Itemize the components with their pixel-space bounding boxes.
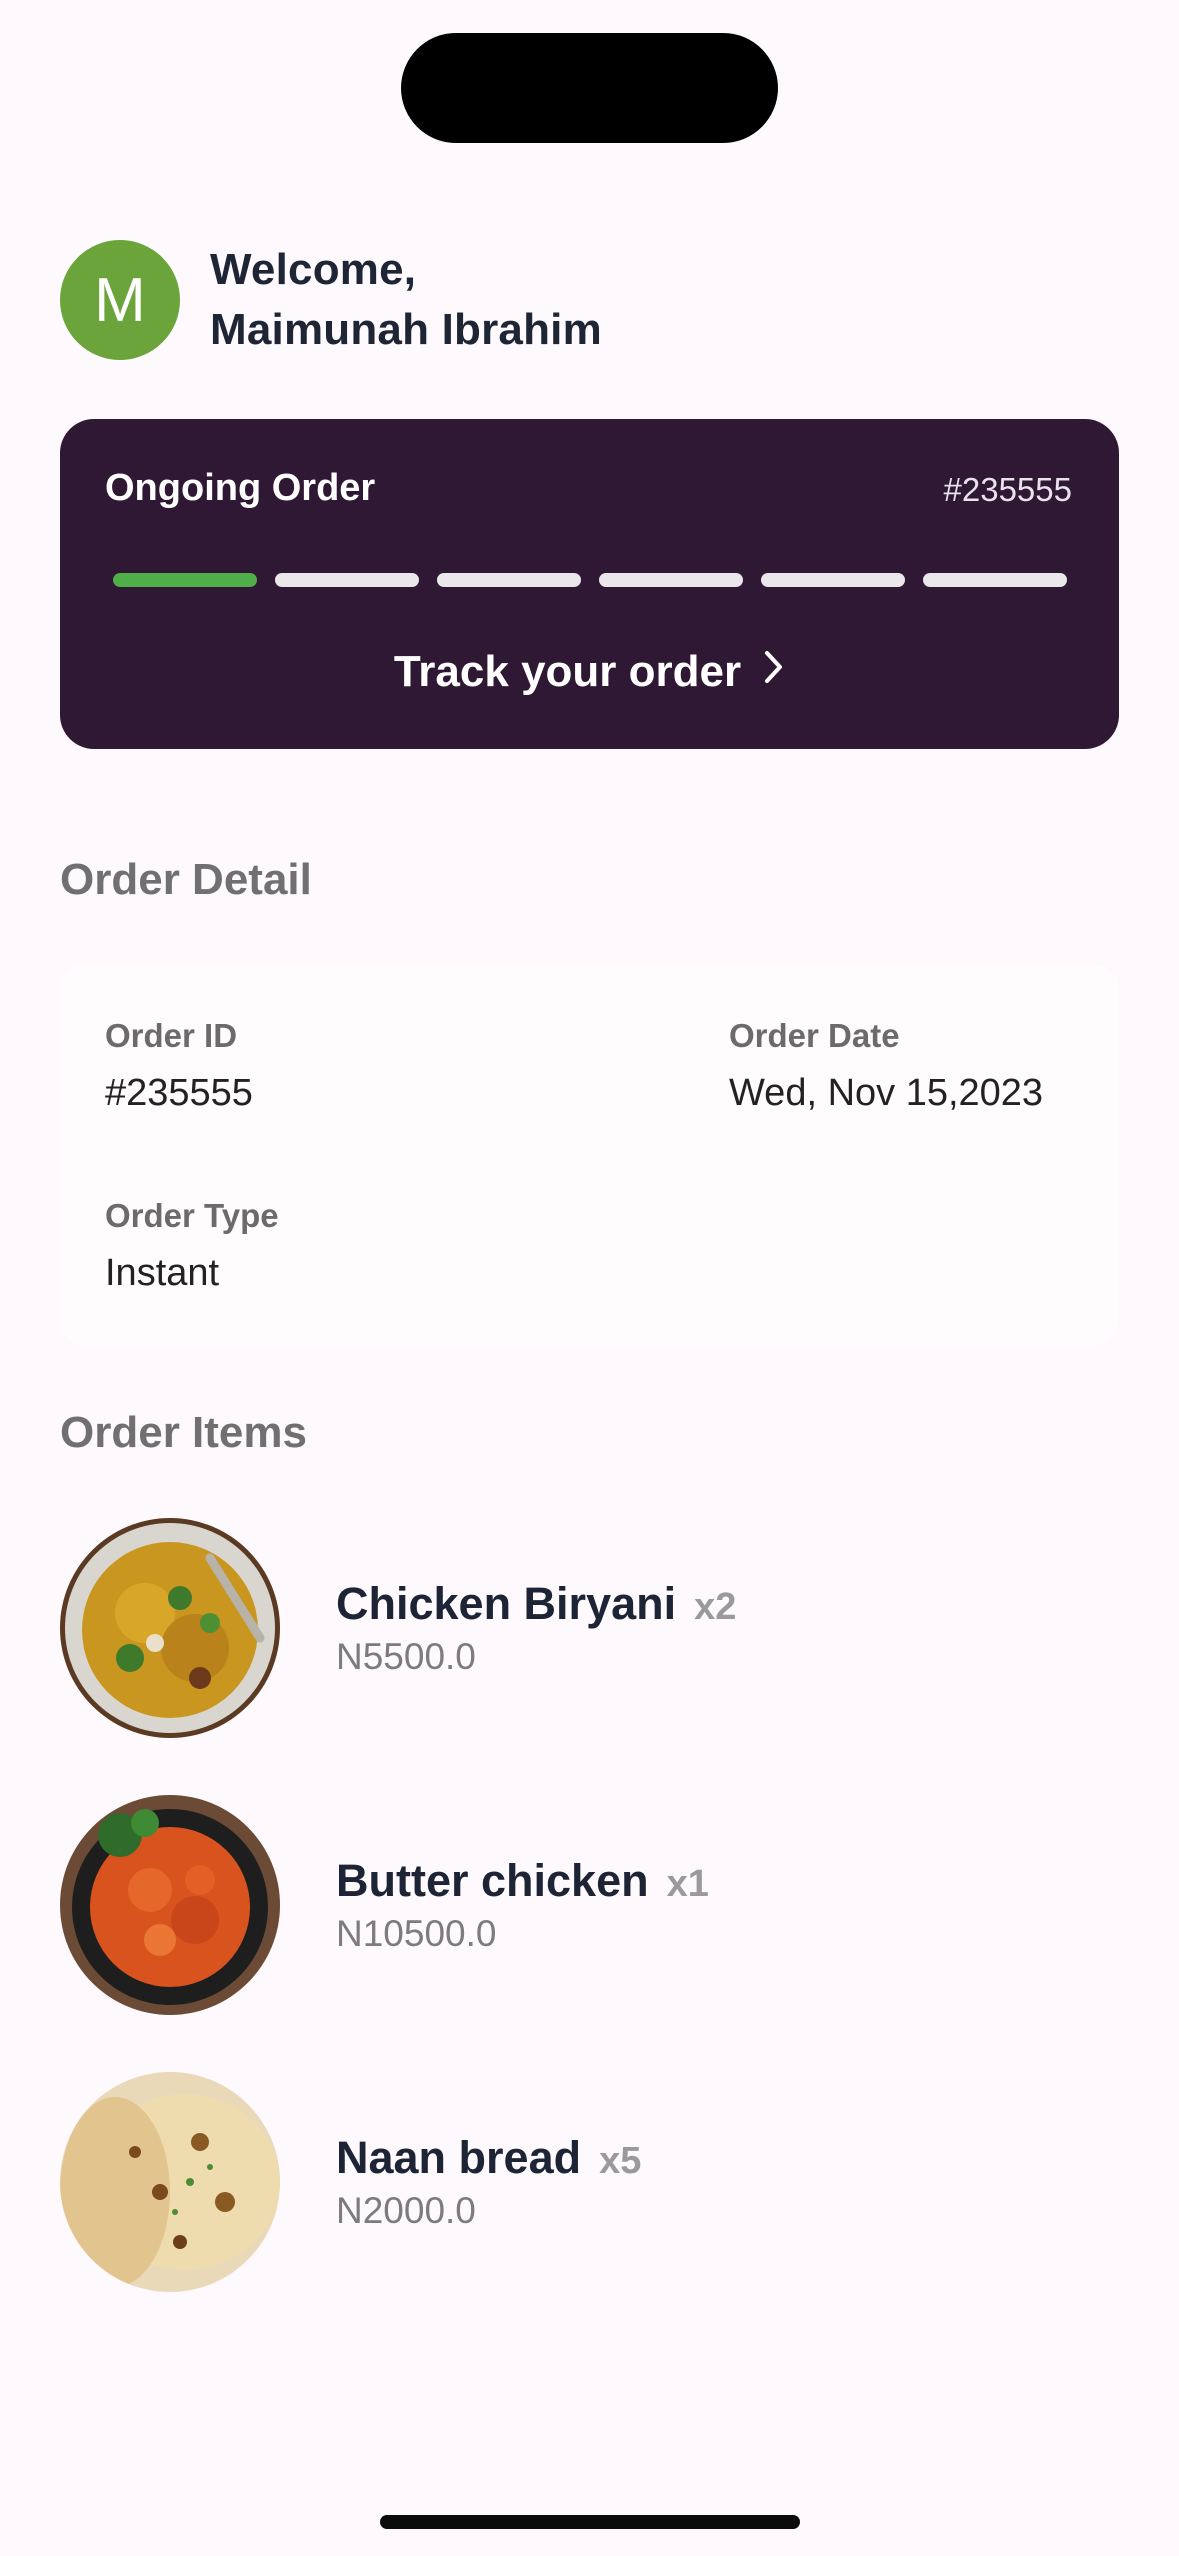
- order-type-value: Instant: [105, 1252, 220, 1294]
- item-price: N10500.0: [336, 1913, 497, 1954]
- order-id-label: Order ID: [105, 1017, 238, 1054]
- item-name: Chicken Biryani: [336, 1578, 677, 1629]
- progress-segment: [923, 573, 1067, 587]
- ongoing-order-title: Ongoing Order: [105, 467, 376, 509]
- item-quantity: x2: [694, 1586, 737, 1628]
- progress-segment: [275, 573, 419, 587]
- order-progress-bar: [113, 573, 1067, 587]
- welcome-greeting: Welcome,: [210, 245, 417, 294]
- naan-bread-image: [60, 2072, 280, 2292]
- item-name: Butter chicken: [336, 1855, 649, 1906]
- progress-segment: [761, 573, 905, 587]
- home-indicator[interactable]: [380, 2515, 800, 2529]
- order-type-label: Order Type: [105, 1197, 279, 1234]
- item-price: N5500.0: [336, 1636, 476, 1677]
- dynamic-island: [401, 33, 778, 143]
- progress-segment: [113, 573, 257, 587]
- item-quantity: x5: [599, 2140, 642, 2182]
- order-detail-card: Order ID #235555 Order Date Wed, Nov 15,…: [60, 965, 1119, 1345]
- progress-segment: [599, 573, 743, 587]
- order-items-title: Order Items: [60, 1408, 307, 1457]
- track-order-button[interactable]: Track your order: [60, 647, 1119, 697]
- ongoing-order-number: #235555: [943, 471, 1072, 508]
- user-name: Maimunah Ibrahim: [210, 305, 602, 354]
- item-price: N2000.0: [336, 2190, 476, 2231]
- item-name: Naan bread: [336, 2132, 582, 2183]
- list-item[interactable]: Naan bread x5 N2000.0: [60, 2072, 1119, 2292]
- welcome-header: M Welcome, Maimunah Ibrahim: [60, 240, 602, 360]
- order-date-value: Wed, Nov 15,2023: [729, 1072, 1044, 1114]
- butter-chicken-image: [60, 1795, 280, 2015]
- order-detail-title: Order Detail: [60, 855, 312, 904]
- chicken-biryani-image: [60, 1518, 280, 1738]
- track-order-label: Track your order: [393, 647, 742, 696]
- welcome-text: Welcome, Maimunah Ibrahim: [210, 240, 602, 360]
- order-date-label: Order Date: [729, 1017, 900, 1054]
- list-item[interactable]: Chicken Biryani x2 N5500.0: [60, 1518, 1119, 1738]
- order-id-value: #235555: [105, 1072, 253, 1114]
- chevron-right-icon: [763, 649, 785, 695]
- item-quantity: x1: [666, 1863, 709, 1905]
- list-item[interactable]: Butter chicken x1 N10500.0: [60, 1795, 1119, 2015]
- ongoing-order-card[interactable]: Ongoing Order #235555 Track your order: [60, 419, 1119, 749]
- progress-segment: [437, 573, 581, 587]
- avatar[interactable]: M: [60, 240, 180, 360]
